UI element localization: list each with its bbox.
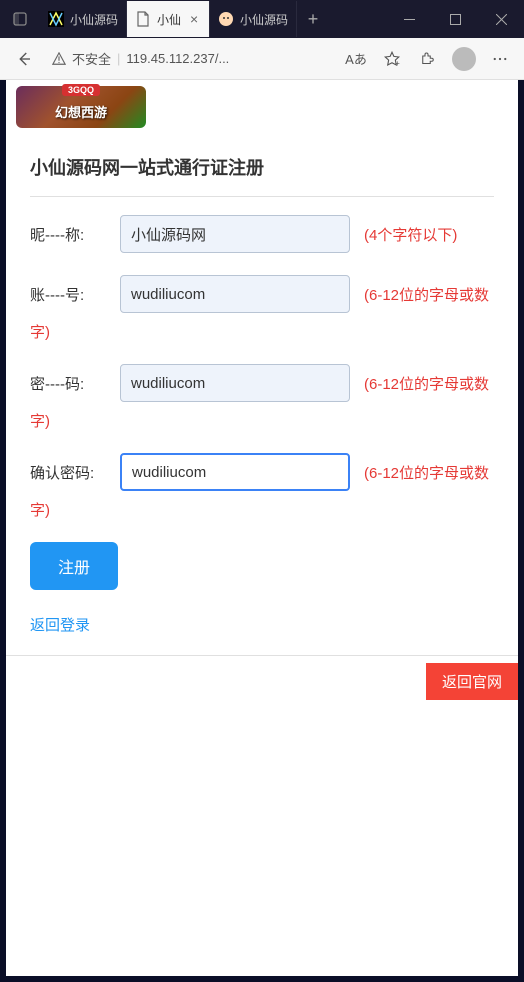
url-separator: | (117, 51, 120, 66)
logo-area: 3GQQ 幻想西游 (6, 80, 518, 134)
reader-mode-button[interactable]: Aあ (340, 43, 372, 75)
tab-favicon-2 (218, 11, 234, 27)
file-icon (135, 11, 151, 27)
not-secure-icon (52, 52, 66, 66)
address-bar: 不安全 | 119.45.112.237/... Aあ + (0, 38, 524, 80)
close-tab-icon[interactable]: × (187, 12, 201, 26)
security-text: 不安全 (72, 49, 111, 68)
menu-button[interactable] (484, 43, 516, 75)
logo-badge: 3GQQ (62, 84, 100, 96)
avatar (452, 47, 476, 71)
account-input[interactable] (120, 275, 350, 313)
tab-actions-icon[interactable] (0, 0, 40, 38)
browser-tab-0[interactable]: 小仙源码 (40, 1, 127, 37)
extensions-button[interactable] (412, 43, 444, 75)
return-official-button[interactable]: 返回官网 (426, 663, 518, 700)
game-logo[interactable]: 3GQQ 幻想西游 (16, 86, 146, 128)
page-viewport: 3GQQ 幻想西游 小仙源码网一站式通行证注册 昵----称: (4个字符以下)… (0, 80, 524, 982)
password-label: 密----码: (30, 373, 120, 394)
back-button[interactable] (8, 43, 40, 75)
minimize-button[interactable] (386, 0, 432, 38)
new-tab-button[interactable]: + (297, 3, 329, 35)
account-hint: (6-12位的字母或数 (364, 284, 489, 305)
url-box[interactable]: 不安全 | 119.45.112.237/... (48, 49, 332, 68)
svg-text:+: + (395, 58, 400, 67)
side-decoration (518, 460, 524, 660)
browser-tab-1[interactable]: 小仙 × (127, 1, 210, 37)
bottom-divider (6, 655, 518, 656)
nickname-label: 昵----称: (30, 224, 120, 245)
divider (30, 196, 494, 197)
form-title: 小仙源码网一站式通行证注册 (30, 154, 494, 180)
logo-text: 幻想西游 (55, 102, 107, 121)
account-hint-2: 字) (30, 321, 494, 342)
password-input[interactable] (120, 364, 350, 402)
confirm-input[interactable] (120, 453, 350, 491)
confirm-hint: (6-12位的字母或数 (364, 462, 489, 483)
register-button[interactable]: 注册 (30, 542, 118, 590)
password-hint: (6-12位的字母或数 (364, 373, 489, 394)
url-text: 119.45.112.237/... (126, 51, 328, 66)
account-label: 账----号: (30, 284, 120, 305)
tab-favicon-0 (48, 11, 64, 27)
profile-button[interactable] (448, 43, 480, 75)
nickname-input[interactable] (120, 215, 350, 253)
back-to-login-link[interactable]: 返回登录 (30, 617, 90, 634)
favorites-button[interactable]: + (376, 43, 408, 75)
browser-tab-2[interactable]: 小仙源码 (210, 1, 297, 37)
nickname-hint: (4个字符以下) (364, 224, 457, 245)
window-titlebar: 小仙源码 小仙 × 小仙源码 + (0, 0, 524, 38)
confirm-hint-2: 字) (30, 499, 494, 520)
tab-label-2: 小仙源码 (240, 11, 288, 28)
tab-label-0: 小仙源码 (70, 11, 118, 28)
maximize-button[interactable] (432, 0, 478, 38)
tab-label-1: 小仙 (157, 11, 181, 28)
confirm-label: 确认密码: (30, 462, 120, 483)
password-hint-2: 字) (30, 410, 494, 431)
register-form: 小仙源码网一站式通行证注册 昵----称: (4个字符以下) 账----号: (… (6, 134, 518, 655)
close-window-button[interactable] (478, 0, 524, 38)
